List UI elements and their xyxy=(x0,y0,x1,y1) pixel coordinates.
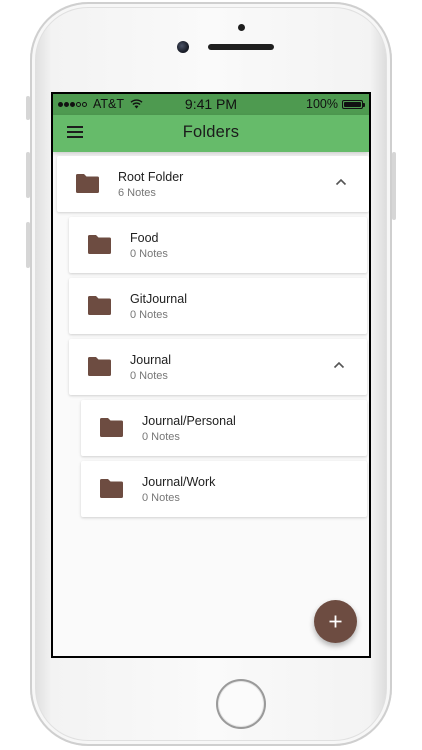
folder-list: Root Folder 6 Notes Food 0 Notes GitJour… xyxy=(53,152,369,656)
folder-tile-gitjournal[interactable]: GitJournal 0 Notes xyxy=(69,278,367,334)
folder-tile-food[interactable]: Food 0 Notes xyxy=(69,217,367,273)
folder-icon xyxy=(88,296,111,315)
status-bar: AT&T 9:41 PM 100% xyxy=(53,94,369,115)
folder-name: Food xyxy=(130,231,159,245)
folder-icon xyxy=(100,479,123,498)
plus-icon xyxy=(329,615,342,628)
earpiece-speaker xyxy=(208,44,274,50)
chevron-up-icon[interactable] xyxy=(333,361,345,369)
folder-note-count: 0 Notes xyxy=(142,492,180,504)
folder-note-count: 0 Notes xyxy=(130,370,168,382)
battery-percentage: 100% xyxy=(306,97,338,111)
status-right: 100% xyxy=(306,97,365,111)
folder-note-count: 0 Notes xyxy=(130,309,168,321)
folder-tile-journal-personal[interactable]: Journal/Personal 0 Notes xyxy=(81,400,367,456)
app-bar: Folders xyxy=(53,115,369,152)
folder-tile-journal[interactable]: Journal 0 Notes xyxy=(69,339,367,395)
folder-tile-journal-work[interactable]: Journal/Work 0 Notes xyxy=(81,461,367,517)
folder-name: Journal/Personal xyxy=(142,414,236,428)
home-button[interactable] xyxy=(216,679,266,729)
folder-note-count: 0 Notes xyxy=(142,431,180,443)
proximity-sensor xyxy=(238,24,245,31)
folder-tile-root[interactable]: Root Folder 6 Notes xyxy=(57,156,369,212)
folder-name: GitJournal xyxy=(130,292,187,306)
phone-mockup: AT&T 9:41 PM 100% Folders Root Folder 6 … xyxy=(0,0,422,750)
folder-name: Journal xyxy=(130,353,171,367)
phone-screen: AT&T 9:41 PM 100% Folders Root Folder 6 … xyxy=(51,92,371,658)
folder-icon xyxy=(88,235,111,254)
page-title: Folders xyxy=(182,123,240,141)
folder-icon xyxy=(88,357,111,376)
power-button xyxy=(392,152,396,220)
chevron-up-icon[interactable] xyxy=(335,178,347,186)
add-folder-button[interactable] xyxy=(314,600,357,643)
folder-icon xyxy=(76,174,99,193)
folder-icon xyxy=(100,418,123,437)
folder-name: Journal/Work xyxy=(142,475,216,489)
battery-full-icon xyxy=(342,99,365,109)
folder-note-count: 0 Notes xyxy=(130,248,168,260)
app-screen: AT&T 9:41 PM 100% Folders Root Folder 6 … xyxy=(53,94,369,656)
folder-name: Root Folder xyxy=(118,170,184,184)
folder-note-count: 6 Notes xyxy=(118,187,156,199)
front-camera xyxy=(177,41,189,53)
